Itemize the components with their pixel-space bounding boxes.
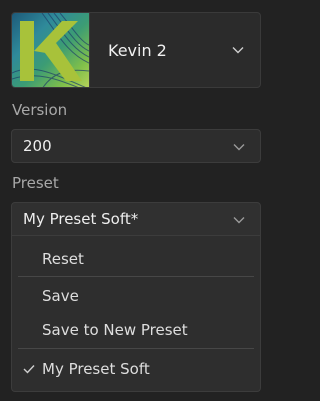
preset-select[interactable]: My Preset Soft* bbox=[11, 202, 261, 236]
instrument-header[interactable]: Kevin 2 bbox=[11, 12, 261, 88]
menu-divider bbox=[18, 348, 254, 349]
instrument-artwork bbox=[12, 13, 89, 87]
menu-item-label: Save to New Preset bbox=[42, 321, 188, 339]
menu-item-reset[interactable]: Reset bbox=[12, 244, 260, 274]
version-label: Version bbox=[12, 101, 68, 119]
menu-item-label: Reset bbox=[42, 250, 84, 268]
preset-label: Preset bbox=[12, 174, 59, 192]
menu-item-current-preset[interactable]: My Preset Soft bbox=[12, 354, 260, 384]
preset-value: My Preset Soft* bbox=[23, 210, 139, 228]
preset-dropdown-menu: Reset Save Save to New Preset My Preset … bbox=[11, 236, 261, 392]
instrument-name: Kevin 2 bbox=[108, 41, 167, 60]
chevron-down-icon[interactable] bbox=[232, 46, 244, 54]
logo-letter-k bbox=[20, 21, 82, 81]
instrument-thumbnail bbox=[12, 13, 89, 87]
version-value: 200 bbox=[23, 137, 52, 155]
menu-item-save-new-preset[interactable]: Save to New Preset bbox=[12, 315, 260, 345]
menu-item-label: My Preset Soft bbox=[42, 360, 150, 378]
checkmark-icon bbox=[23, 365, 35, 374]
header-divider bbox=[89, 13, 90, 87]
chevron-down-icon bbox=[233, 217, 245, 224]
menu-divider bbox=[18, 276, 254, 277]
version-select[interactable]: 200 bbox=[11, 129, 261, 163]
menu-item-label: Save bbox=[42, 287, 79, 305]
menu-item-save[interactable]: Save bbox=[12, 281, 260, 311]
chevron-down-icon bbox=[233, 144, 245, 151]
